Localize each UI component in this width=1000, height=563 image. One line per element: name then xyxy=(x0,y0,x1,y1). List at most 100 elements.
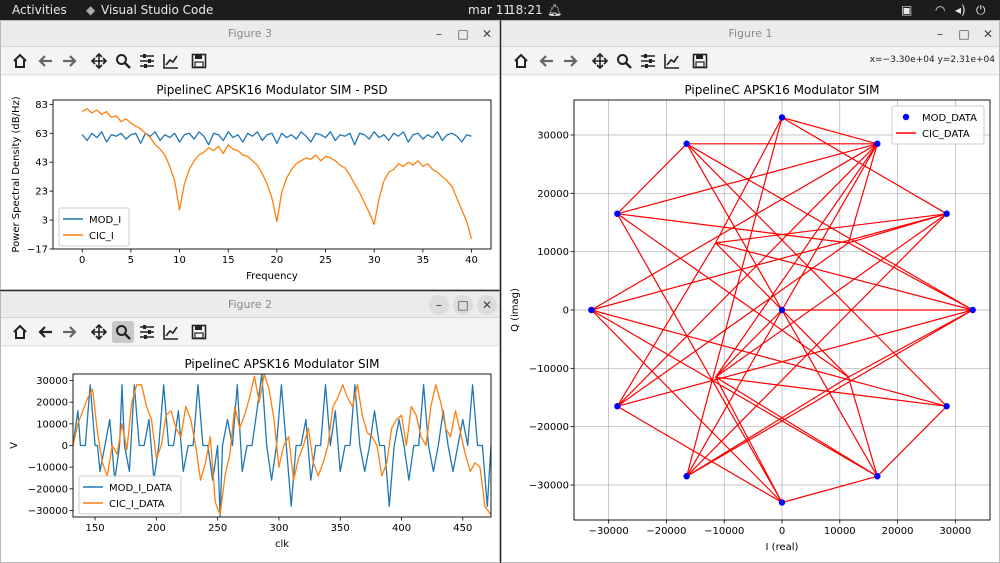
zoom-icon[interactable] xyxy=(112,321,134,343)
power-icon[interactable]: ⏻ xyxy=(976,3,986,18)
close-button[interactable]: ✕ xyxy=(477,295,497,315)
figure3-toolbar xyxy=(1,47,499,75)
y-tick-label: 10000 xyxy=(537,247,569,258)
x-tick-label: 25 xyxy=(319,255,332,266)
data-point xyxy=(683,140,690,147)
y-tick-label: 20000 xyxy=(36,398,68,409)
y-tick-label: 3 xyxy=(42,216,48,227)
data-point xyxy=(943,210,950,217)
forward-arrow-icon[interactable] xyxy=(58,50,80,72)
configure-subplots-icon[interactable] xyxy=(136,321,158,343)
maximize-button[interactable]: □ xyxy=(954,24,974,44)
chart-title: PipelineC APSK16 Modulator SIM xyxy=(184,357,379,371)
legend-label: MOD_I xyxy=(89,215,121,226)
minimize-button[interactable]: – xyxy=(930,24,950,44)
y-tick-label: −17 xyxy=(27,245,48,256)
data-point xyxy=(614,210,621,217)
save-icon[interactable] xyxy=(188,50,210,72)
x-tick-label: 5 xyxy=(128,255,134,266)
data-point xyxy=(588,306,595,314)
figure1-window: Figure 1 – □ ✕ x=−3.30e+04 y=2.31e+04 −3… xyxy=(501,20,1000,563)
active-app-label[interactable]: Visual Studio Code xyxy=(101,3,213,17)
save-icon[interactable] xyxy=(188,321,210,343)
edit-axes-icon[interactable] xyxy=(160,50,182,72)
volume-icon[interactable]: ◂) xyxy=(955,3,966,17)
maximize-button[interactable]: □ xyxy=(453,295,473,315)
data-point xyxy=(778,499,786,506)
data-point xyxy=(778,114,786,121)
back-arrow-icon[interactable] xyxy=(536,50,558,72)
figure3-plot-area[interactable]: 0 5 10 15 20 25 30 35 40 −17 3 23 43 63 83 PipelineC AP… xyxy=(1,76,499,289)
x-tick-label: −20000 xyxy=(646,526,686,537)
figure2-titlebar[interactable]: Figure 2 – □ ✕ xyxy=(1,292,499,318)
clock-time[interactable]: 18:21 xyxy=(508,3,543,17)
y-tick-label: 30000 xyxy=(36,376,68,387)
close-button[interactable]: ✕ xyxy=(978,24,998,44)
x-tick-label: −30000 xyxy=(589,526,629,537)
y-tick-label: −20000 xyxy=(529,422,569,433)
figure1-plot-area[interactable]: −30000 −20000 −10000 0 10000 20000 30000 −30000… xyxy=(502,76,999,562)
pan-icon[interactable] xyxy=(88,50,110,72)
wifi-icon[interactable]: ◠ xyxy=(935,3,945,17)
system-top-bar: Activities ◆ Visual Studio Code mar 11 1… xyxy=(0,0,1000,20)
data-point xyxy=(969,306,976,314)
legend-label: CIC_DATA xyxy=(922,129,970,140)
psd-chart[interactable]: 0 5 10 15 20 25 30 35 40 −17 3 23 43 63 83 PipelineC AP… xyxy=(1,76,500,290)
figure1-title: Figure 1 xyxy=(728,27,773,40)
minimize-button[interactable]: – xyxy=(429,24,449,44)
legend: MOD_I_DATA CIC_I_DATA xyxy=(78,475,182,515)
clock-date[interactable]: mar 11 xyxy=(468,3,511,17)
y-tick-label: 43 xyxy=(35,158,48,169)
y-tick-label: −30000 xyxy=(529,481,569,492)
home-icon[interactable] xyxy=(9,321,31,343)
legend: MOD_DATA CIC_DATA xyxy=(891,105,985,145)
figure1-titlebar[interactable]: Figure 1 – □ ✕ xyxy=(502,21,999,47)
zoom-icon[interactable] xyxy=(112,50,134,72)
edit-axes-icon[interactable] xyxy=(160,321,182,343)
x-tick-label: 35 xyxy=(416,255,429,266)
x-tick-label: 15 xyxy=(222,255,235,266)
activities-button[interactable]: Activities xyxy=(12,3,67,17)
x-tick-label: 30 xyxy=(368,255,381,266)
back-arrow-icon[interactable] xyxy=(35,321,57,343)
save-icon[interactable] xyxy=(689,50,711,72)
pan-icon[interactable] xyxy=(88,321,110,343)
legend-label: CIC_I xyxy=(89,231,114,242)
x-tick-label: 200 xyxy=(147,523,166,534)
home-icon[interactable] xyxy=(9,50,31,72)
y-tick-label: 0 xyxy=(563,306,569,317)
data-point xyxy=(778,306,786,314)
data-point xyxy=(874,140,881,147)
gamepad-icon[interactable]: ▣ xyxy=(901,3,912,17)
configure-subplots-icon[interactable] xyxy=(637,50,659,72)
time-domain-chart[interactable]: 150 200 250 300 350 400 450 −30000 −20000 −10000 0… xyxy=(1,347,500,563)
forward-arrow-icon[interactable] xyxy=(58,321,80,343)
x-tick-label: 10000 xyxy=(824,526,856,537)
x-tick-label: 300 xyxy=(269,523,288,534)
figure3-titlebar[interactable]: Figure 3 – □ ✕ xyxy=(1,21,499,47)
maximize-button[interactable]: □ xyxy=(453,24,473,44)
y-tick-label: 30000 xyxy=(537,131,569,142)
x-axis-label: I (real) xyxy=(766,542,799,553)
minimize-button[interactable]: – xyxy=(429,295,449,315)
y-tick-label: −30000 xyxy=(28,506,68,517)
x-tick-label: 350 xyxy=(331,523,350,534)
x-tick-label: 0 xyxy=(779,526,785,537)
constellation-chart[interactable]: −30000 −20000 −10000 0 10000 20000 30000 −30000… xyxy=(502,76,1000,563)
forward-arrow-icon[interactable] xyxy=(559,50,581,72)
x-tick-label: 450 xyxy=(453,523,472,534)
close-button[interactable]: ✕ xyxy=(477,24,497,44)
back-arrow-icon[interactable] xyxy=(35,50,57,72)
figure2-plot-area[interactable]: 150 200 250 300 350 400 450 −30000 −20000 −10000 0… xyxy=(1,347,499,562)
zoom-icon[interactable] xyxy=(613,50,635,72)
x-tick-label: 250 xyxy=(208,523,227,534)
configure-subplots-icon[interactable] xyxy=(136,50,158,72)
y-tick-label: 0 xyxy=(62,441,68,452)
data-point xyxy=(614,403,621,410)
home-icon[interactable] xyxy=(510,50,532,72)
pan-icon[interactable] xyxy=(589,50,611,72)
x-axis-label: Frequency xyxy=(246,271,298,282)
edit-axes-icon[interactable] xyxy=(661,50,683,72)
y-tick-label: −10000 xyxy=(529,364,569,375)
legend-label: MOD_I_DATA xyxy=(109,483,172,494)
